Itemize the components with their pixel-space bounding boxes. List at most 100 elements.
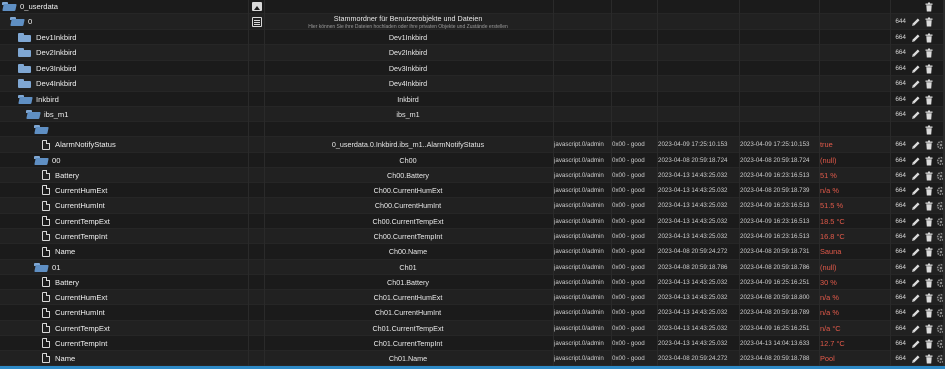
folder-open-icon[interactable]	[10, 17, 23, 26]
tree-row[interactable]: CurrentTempExt Ch00.CurrentTempExt javascr…	[0, 214, 945, 229]
file-icon[interactable]	[42, 139, 50, 150]
value-cell[interactable]	[820, 92, 890, 106]
edit-pencil-icon[interactable]	[911, 201, 921, 211]
edit-pencil-icon[interactable]	[911, 110, 921, 120]
tree-row[interactable]: 0_userdata —	[0, 0, 945, 14]
tree-row[interactable]: Dev4Inkbird Dev4Inkbird 664	[0, 76, 945, 92]
object-name-cell[interactable]: CurrentTempExt	[0, 321, 290, 335]
tree-row[interactable]: 00 Ch00 javascript.0/admin 0x00 - good 2023-…	[0, 153, 945, 168]
value-cell[interactable]: 18.5 °C	[820, 214, 890, 228]
file-icon[interactable]	[42, 246, 50, 257]
delete-trash-icon[interactable]	[924, 278, 934, 288]
edit-pencil-icon[interactable]	[911, 324, 921, 334]
delete-trash-icon[interactable]	[924, 79, 934, 89]
value-cell[interactable]	[820, 14, 890, 29]
tree-row[interactable]: CurrentHumExt Ch00.CurrentHumExt javascrip…	[0, 183, 945, 198]
delete-trash-icon[interactable]	[924, 64, 934, 74]
delete-trash-icon[interactable]	[924, 217, 934, 227]
file-icon[interactable]	[42, 307, 50, 318]
value-cell[interactable]: Sauna	[820, 244, 890, 259]
tree-row[interactable]: 0 Stammordner für Benutzerobjekte und Dat…	[0, 14, 945, 30]
object-name-cell[interactable]: CurrentHumInt	[0, 305, 290, 320]
edit-pencil-icon[interactable]	[911, 354, 921, 364]
value-cell[interactable]: (null)	[820, 153, 890, 167]
folder-open-icon[interactable]	[2, 2, 15, 11]
tree-row[interactable]: CurrentTempInt Ch00.CurrentTempInt javascr…	[0, 229, 945, 244]
tree-row[interactable]: 01 Ch01 javascript.0/admin 0x00 - good 2023-…	[0, 260, 945, 275]
file-icon[interactable]	[42, 277, 50, 287]
tree-row[interactable]: Name Ch01.Name javascript.0/admin 0x00 - go…	[0, 351, 945, 366]
object-name-cell[interactable]: 01	[0, 260, 282, 274]
object-name-cell[interactable]: CurrentTempInt	[0, 229, 290, 243]
object-name-cell[interactable]: Inkbird	[0, 92, 266, 106]
edit-pencil-icon[interactable]	[911, 79, 921, 89]
tree-row[interactable]: CurrentTempExt Ch01.CurrentTempExt javascr…	[0, 321, 945, 336]
delete-trash-icon[interactable]	[924, 48, 934, 58]
object-name-cell[interactable]: Battery	[0, 168, 290, 182]
delete-trash-icon[interactable]	[924, 293, 934, 303]
file-icon[interactable]	[42, 231, 50, 241]
folder-icon[interactable]	[18, 48, 31, 57]
value-cell[interactable]	[820, 45, 890, 60]
edit-pencil-icon[interactable]	[911, 33, 921, 43]
delete-trash-icon[interactable]	[924, 140, 934, 150]
object-name-cell[interactable]: CurrentHumExt	[0, 183, 290, 197]
value-cell[interactable]: (null)	[820, 260, 890, 274]
value-cell[interactable]: n/a °C	[820, 321, 890, 335]
edit-pencil-icon[interactable]	[911, 95, 921, 105]
edit-pencil-icon[interactable]	[911, 278, 921, 288]
tree-row[interactable]: Name Ch00.Name javascript.0/admin 0x00 - go…	[0, 244, 945, 260]
object-name-cell[interactable]: Dev3Inkbird	[0, 61, 266, 75]
folder-open-icon[interactable]	[34, 155, 47, 165]
edit-pencil-icon[interactable]	[911, 17, 921, 27]
edit-pencil-icon[interactable]	[911, 247, 921, 257]
edit-pencil-icon[interactable]	[911, 64, 921, 74]
delete-trash-icon[interactable]	[924, 247, 934, 257]
value-cell[interactable]	[820, 0, 890, 13]
delete-trash-icon[interactable]	[924, 95, 934, 105]
folder-open-icon[interactable]	[18, 94, 31, 104]
value-cell[interactable]	[820, 30, 890, 44]
object-name-cell[interactable]: Dev2Inkbird	[0, 45, 266, 60]
delete-trash-icon[interactable]	[924, 17, 934, 27]
folder-icon[interactable]	[18, 63, 31, 73]
delete-trash-icon[interactable]	[924, 33, 934, 43]
tree-row[interactable]: CurrentHumExt Ch01.CurrentHumExt javascrip…	[0, 290, 945, 305]
edit-pencil-icon[interactable]	[911, 48, 921, 58]
object-name-cell[interactable]: AlarmNotifyStatus	[0, 137, 290, 152]
folder-icon[interactable]	[18, 79, 31, 88]
file-icon[interactable]	[42, 338, 50, 348]
value-cell[interactable]	[820, 107, 890, 121]
folder-icon[interactable]	[18, 32, 31, 42]
tree-row[interactable]: CurrentHumInt Ch01.CurrentHumInt javascrip…	[0, 305, 945, 321]
delete-trash-icon[interactable]	[924, 156, 934, 166]
tree-row[interactable]: CurrentTempInt Ch01.CurrentTempInt javascr…	[0, 336, 945, 351]
tree-row[interactable]: Battery Ch01.Battery javascript.0/admin 0x0…	[0, 275, 945, 290]
edit-pencil-icon[interactable]	[911, 140, 921, 150]
delete-trash-icon[interactable]	[924, 308, 934, 318]
tree-row[interactable]: —	[0, 122, 945, 137]
value-cell[interactable]: 16.8 °C	[820, 229, 890, 243]
file-icon[interactable]	[42, 292, 50, 302]
object-name-cell[interactable]: Dev1Inkbird	[0, 30, 266, 44]
folder-open-icon[interactable]	[34, 124, 47, 134]
delete-trash-icon[interactable]	[924, 2, 934, 12]
delete-trash-icon[interactable]	[924, 201, 934, 211]
object-name-cell[interactable]: CurrentTempInt	[0, 336, 290, 350]
tree-row[interactable]: Inkbird Inkbird 664	[0, 92, 945, 107]
delete-trash-icon[interactable]	[924, 110, 934, 120]
object-name-cell[interactable]	[0, 122, 282, 136]
object-name-cell[interactable]: CurrentHumExt	[0, 290, 290, 304]
object-name-cell[interactable]: Dev4Inkbird	[0, 76, 266, 91]
file-icon[interactable]	[42, 323, 50, 333]
value-cell[interactable]: 51.5 %	[820, 198, 890, 213]
value-cell[interactable]: 30 %	[820, 275, 890, 289]
file-icon[interactable]	[42, 200, 50, 211]
object-name-cell[interactable]: CurrentTempExt	[0, 214, 290, 228]
delete-trash-icon[interactable]	[924, 186, 934, 196]
edit-pencil-icon[interactable]	[911, 171, 921, 181]
edit-pencil-icon[interactable]	[911, 339, 921, 349]
object-name-cell[interactable]: Battery	[0, 275, 290, 289]
value-cell[interactable]	[820, 76, 890, 91]
edit-pencil-icon[interactable]	[911, 293, 921, 303]
